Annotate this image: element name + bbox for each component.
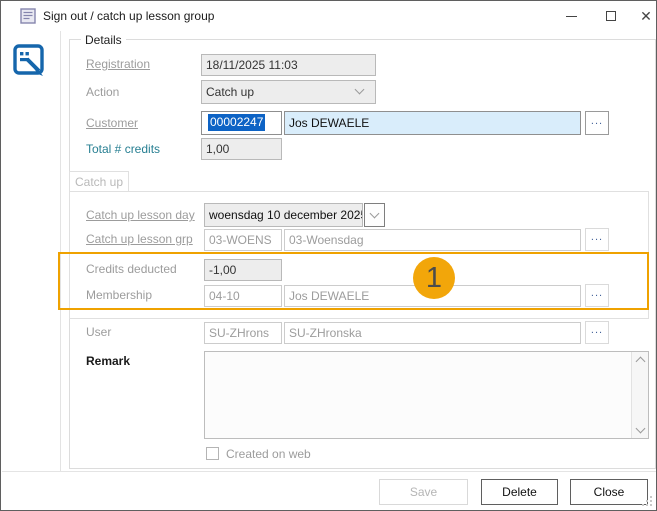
registration-field[interactable]: 18/11/2025 11:03 — [201, 54, 376, 76]
window-title: Sign out / catch up lesson group — [43, 9, 215, 23]
close-dialog-button[interactable]: Close — [570, 479, 648, 505]
dialog-window: Sign out / catch up lesson group ✕ Detai… — [0, 0, 657, 511]
created-on-web-label: Created on web — [226, 447, 311, 461]
user-browse-button[interactable]: ... — [585, 321, 609, 344]
resize-grip[interactable] — [641, 495, 653, 507]
minimize-button[interactable] — [550, 1, 592, 31]
scroll-down-button[interactable] — [632, 422, 648, 438]
remark-scrollbar[interactable] — [631, 352, 648, 438]
lesson-day-label[interactable]: Catch up lesson day — [86, 208, 195, 222]
created-on-web-checkbox[interactable] — [206, 447, 219, 460]
customer-browse-button[interactable]: ... — [585, 111, 609, 135]
user-label: User — [86, 325, 112, 339]
details-legend: Details — [81, 33, 126, 47]
scroll-up-button[interactable] — [632, 352, 648, 368]
user-code-field[interactable]: SU-ZHrons — [204, 322, 282, 344]
lesson-grp-code-field[interactable]: 03-WOENS — [204, 229, 282, 251]
remark-textarea[interactable] — [204, 351, 649, 439]
total-credits-label: Total # credits — [86, 142, 161, 156]
left-sidebar — [1, 31, 61, 471]
lesson-day-chevron-down-icon — [369, 208, 380, 219]
lesson-grp-name-field[interactable]: 03-Woensdag — [284, 229, 581, 251]
edit-form-icon — [13, 44, 44, 76]
registration-label[interactable]: Registration — [86, 57, 150, 71]
tab-catch-up[interactable]: Catch up — [69, 171, 129, 192]
annotation-highlight-box — [58, 252, 649, 310]
action-label: Action — [86, 85, 120, 99]
close-button[interactable]: ✕ — [625, 1, 656, 31]
save-button[interactable]: Save — [379, 479, 468, 505]
customer-code-selected-text: 00002247 — [208, 114, 266, 131]
customer-code-field[interactable]: 00002247 — [201, 111, 282, 135]
close-icon: ✕ — [640, 8, 652, 24]
minimize-icon — [565, 15, 577, 17]
annotation-badge-1: 1 — [413, 257, 455, 299]
title-bar: Sign out / catch up lesson group ✕ — [1, 1, 656, 31]
window-document-icon — [20, 8, 36, 24]
user-name-field[interactable]: SU-ZHronska — [284, 322, 581, 344]
lesson-grp-label[interactable]: Catch up lesson grp — [86, 232, 193, 246]
footer-separator — [2, 471, 656, 472]
scroll-down-icon — [635, 423, 645, 434]
total-credits-field[interactable]: 1,00 — [201, 138, 282, 160]
delete-button[interactable]: Delete — [481, 479, 558, 505]
remark-label: Remark — [86, 354, 131, 368]
lesson-grp-browse-button[interactable]: ... — [585, 228, 609, 251]
customer-name-field[interactable]: Jos DEWAELE — [284, 111, 581, 135]
maximize-icon — [606, 11, 616, 21]
lesson-day-combobox[interactable]: woensdag 10 december 2025 — [204, 203, 363, 227]
action-dropdown[interactable]: Catch up — [201, 80, 376, 104]
lesson-day-dropdown-button[interactable] — [364, 203, 385, 227]
scroll-up-icon — [635, 356, 645, 367]
customer-label[interactable]: Customer — [86, 116, 138, 130]
